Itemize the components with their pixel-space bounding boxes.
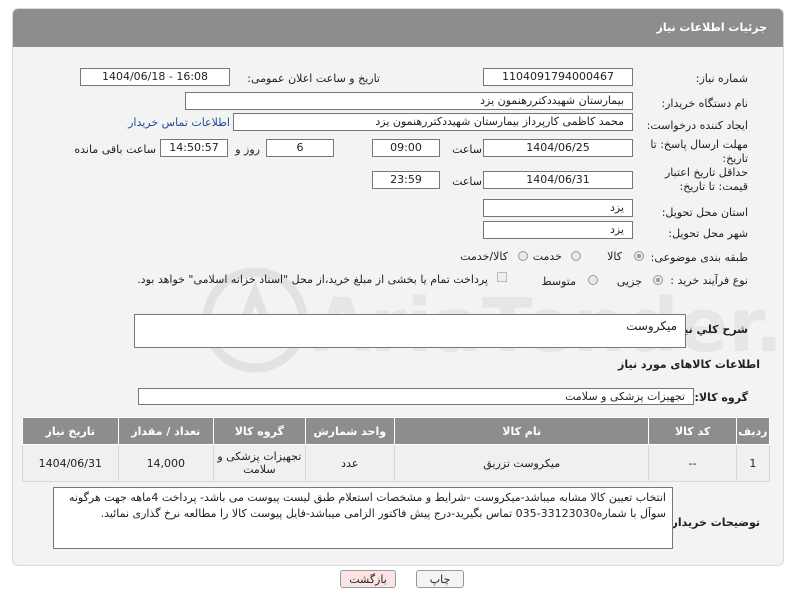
category-goods-label: کالا [607,250,622,263]
cell-goods-name: میکروست تزریق [394,444,650,482]
process-minor-radio[interactable] [653,275,663,285]
process-medium-label: متوسط [541,275,576,288]
category-goods-service-radio[interactable] [518,251,528,261]
remaining-hours-label: ساعت باقی مانده [74,143,156,156]
province-field: یزد [483,199,633,217]
deadline-date-field: 1404/06/25 [483,139,633,157]
col-header-group: گروه کالا [213,417,306,445]
buyer-org-field: بیمارستان شهیددکتررهنمون یزد [185,92,633,110]
buyer-notes-label: توضیحات خریدار: [667,516,760,529]
cell-need-date: 1404/06/31 [22,444,119,482]
goods-group-label: گروه کالا: [694,391,748,404]
col-header-quantity: تعداد / مقدار [117,417,215,445]
requester-field: محمد کاظمی کارپرداز بیمارستان شهیددکترره… [233,113,633,131]
buyer-org-label: نام دستگاه خریدار: [661,97,748,110]
process-minor-label: جزیی [616,275,642,288]
days-remaining-field: 6 [266,139,334,157]
category-goods-service-label: کالا/خدمت [460,250,508,263]
remaining-time-field: 14:50:57 [160,139,228,157]
deadline-time-field: 09:00 [372,139,440,157]
validity-time-field: 23:59 [372,171,440,189]
goods-table: ردیف کد کالا نام کالا واحد شمارش گروه کا… [22,417,771,482]
buyer-contact-link[interactable]: اطلاعات تماس خریدار [128,116,230,129]
col-header-name: نام کالا [394,417,650,445]
need-number-label: شماره نیاز: [695,72,748,85]
goods-info-heading: اطلاعات کالاهای مورد نیاز [618,358,760,371]
process-medium-radio[interactable] [588,275,598,285]
process-type-label: نوع فرآیند خرید : [670,274,748,287]
goods-group-field: تجهیزات پزشکی و سلامت [138,388,694,405]
cell-unit: عدد [304,444,396,482]
cell-quantity: 14,000 [117,444,215,482]
panel-title: جزئیات اطلاعات نیاز [13,9,783,47]
category-service-label: خدمت [532,250,562,263]
province-label: استان محل تحویل: [661,206,748,219]
buyer-notes-textarea[interactable]: انتخاب تعیین کالا مشابه میباشد-میکروست -… [53,487,673,549]
city-field: یزد [483,221,633,239]
need-number-field: 1104091794000467 [483,68,633,86]
deadline-time-label: ساعت [452,143,482,156]
treasury-payment-label: پرداخت تمام یا بخشی از مبلغ خرید،از محل … [137,273,488,286]
deadline-label: مهلت ارسال پاسخ: تا تاریخ: [650,138,748,165]
requester-label: ایجاد کننده درخواست: [646,119,748,132]
validity-date-field: 1404/06/31 [483,171,633,189]
cell-goods-group: تجهیزات پزشکی و سلامت [213,444,306,482]
col-header-need-date: تاریخ نیاز [22,417,119,445]
category-service-radio[interactable] [571,251,581,261]
col-header-code: کد کالا [648,417,737,445]
category-goods-radio[interactable] [634,251,644,261]
cell-row-number: 1 [735,444,771,482]
validity-time-label: ساعت [452,175,482,188]
treasury-payment-checkbox[interactable] [497,272,507,282]
day-and-label: روز و [235,143,260,156]
validity-label: حداقل تاریخ اعتبار قیمت: تا تاریخ: [664,166,748,193]
back-button[interactable]: بازگشت [340,570,396,588]
col-header-unit: واحد شمارش [304,417,396,445]
category-label: طبقه بندی موضوعی: [650,251,748,264]
cell-goods-code: -- [648,444,737,482]
general-desc-textarea[interactable]: میکروست [134,314,686,348]
table-row: 1 -- میکروست تزریق عدد تجهیزات پزشکی و س… [22,444,771,482]
announce-datetime-field: 1404/06/18 - 16:08 [80,68,230,86]
announce-datetime-label: تاریخ و ساعت اعلان عمومی: [247,72,380,85]
print-button[interactable]: چاپ [416,570,464,588]
city-label: شهر محل تحویل: [668,227,748,240]
col-header-row: ردیف [735,417,771,445]
